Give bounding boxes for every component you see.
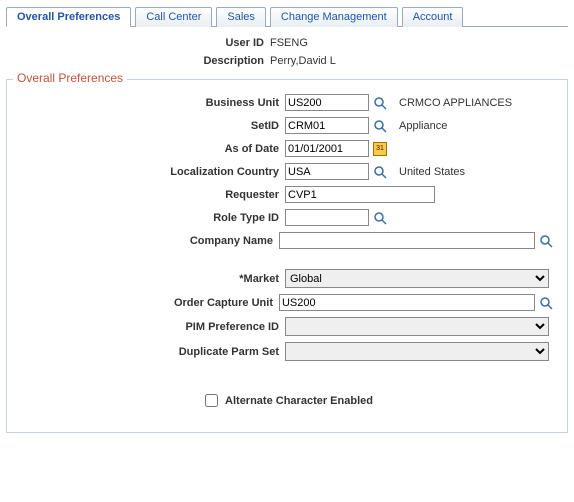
description-label: Description xyxy=(6,55,270,67)
calendar-icon[interactable] xyxy=(373,142,387,156)
role-type-id-label: Role Type ID xyxy=(21,212,285,224)
header-section: User ID FSENG Description Perry,David L xyxy=(6,37,568,67)
description-value: Perry,David L xyxy=(270,55,336,67)
tab-sales[interactable]: Sales xyxy=(216,7,266,27)
localization-country-input[interactable] xyxy=(285,163,369,180)
page-tabs: Overall Preferences Call Center Sales Ch… xyxy=(6,6,568,27)
group-title: Overall Preferences xyxy=(13,71,127,85)
company-name-input[interactable] xyxy=(279,232,535,249)
tab-label: Overall Preferences xyxy=(17,11,120,23)
pim-preference-id-label: PIM Preference ID xyxy=(21,321,285,333)
asof-date-label: As of Date xyxy=(21,143,285,155)
market-label: *Market xyxy=(21,273,285,285)
alt-char-text: Alternate Character Enabled xyxy=(225,395,373,407)
lookup-icon[interactable] xyxy=(539,296,553,310)
duplicate-parm-set-select[interactable] xyxy=(285,342,549,361)
tab-call-center[interactable]: Call Center xyxy=(135,7,212,27)
lookup-icon[interactable] xyxy=(539,234,553,248)
business-unit-label: Business Unit xyxy=(21,97,285,109)
requester-label: Requester xyxy=(21,189,285,201)
pim-preference-id-select[interactable] xyxy=(285,317,549,336)
alternate-character-enabled-label: Alternate Character Enabled xyxy=(201,391,373,410)
overall-preferences-group: Overall Preferences Business Unit CRMCO … xyxy=(6,79,568,433)
lookup-icon[interactable] xyxy=(373,119,387,133)
tab-overall-preferences[interactable]: Overall Preferences xyxy=(6,7,131,27)
lookup-icon[interactable] xyxy=(373,165,387,179)
company-name-label: Company Name xyxy=(21,235,279,247)
asof-date-input[interactable] xyxy=(285,140,369,157)
tab-change-management[interactable]: Change Management xyxy=(270,7,398,27)
alternate-character-enabled-checkbox[interactable] xyxy=(205,394,218,407)
business-unit-input[interactable] xyxy=(285,94,369,111)
order-capture-unit-label: Order Capture Unit xyxy=(21,297,279,309)
setid-label: SetID xyxy=(21,120,285,132)
duplicate-parm-set-label: Duplicate Parm Set xyxy=(21,346,285,358)
tab-account[interactable]: Account xyxy=(402,7,464,27)
role-type-id-input[interactable] xyxy=(285,209,369,226)
business-unit-desc: CRMCO APPLIANCES xyxy=(399,97,512,109)
user-id-value: FSENG xyxy=(270,37,308,49)
order-capture-unit-input[interactable] xyxy=(279,294,535,311)
setid-desc: Appliance xyxy=(399,120,447,132)
tab-label: Sales xyxy=(227,11,255,23)
market-select[interactable]: Global xyxy=(285,269,549,288)
tab-label: Call Center xyxy=(146,11,201,23)
user-id-label: User ID xyxy=(6,37,270,49)
localization-country-label: Localization Country xyxy=(21,166,285,178)
requester-input[interactable] xyxy=(285,186,435,203)
tab-label: Account xyxy=(413,11,453,23)
setid-input[interactable] xyxy=(285,117,369,134)
lookup-icon[interactable] xyxy=(373,96,387,110)
localization-country-desc: United States xyxy=(399,166,465,178)
lookup-icon[interactable] xyxy=(373,211,387,225)
tab-label: Change Management xyxy=(281,11,387,23)
